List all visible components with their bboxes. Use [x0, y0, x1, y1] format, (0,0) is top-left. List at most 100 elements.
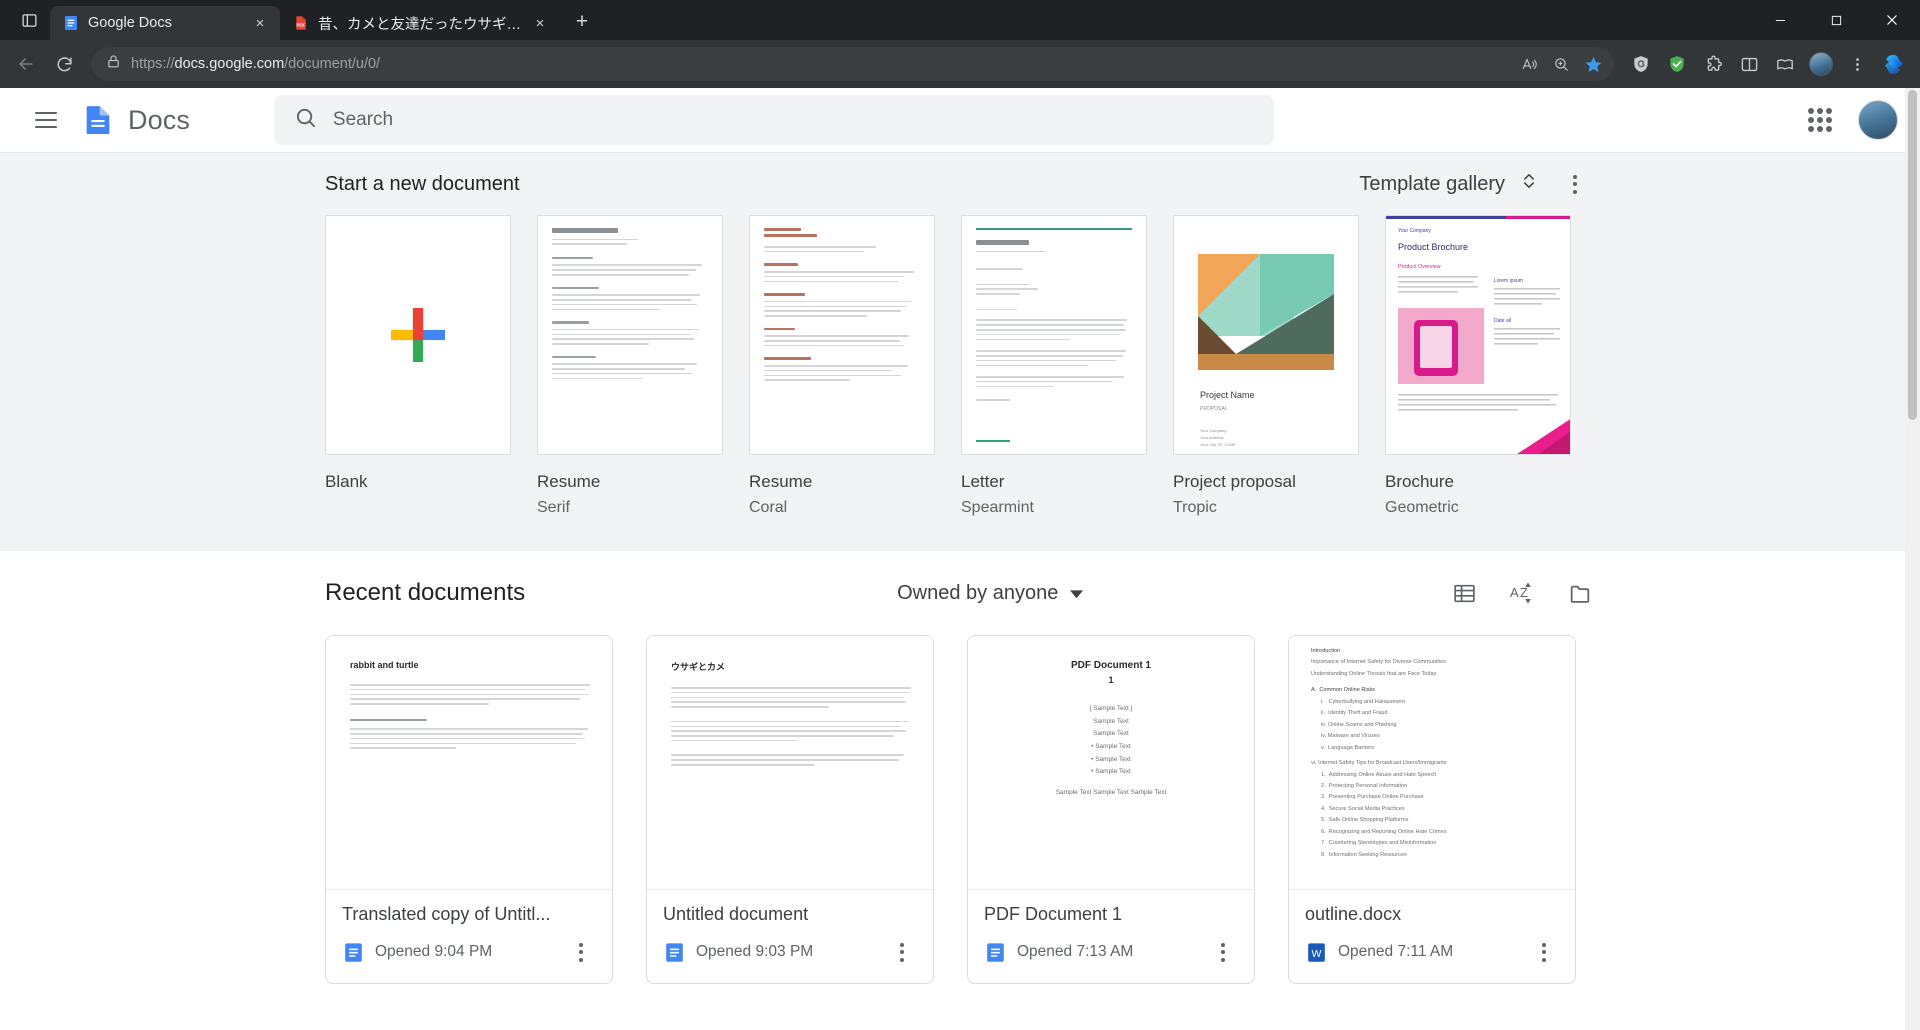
docs-icon	[342, 941, 364, 963]
template-thumbnail[interactable]	[749, 215, 935, 455]
document-meta: Untitled document	[647, 890, 933, 983]
minimize-button[interactable]	[1752, 0, 1808, 40]
account-avatar[interactable]	[1858, 100, 1898, 140]
profile-avatar-icon[interactable]	[1804, 47, 1838, 81]
split-screen-icon[interactable]	[1732, 47, 1766, 81]
template-name: Resume	[749, 472, 935, 492]
document-more-icon[interactable]	[566, 937, 596, 967]
page-title: Docs	[128, 105, 190, 136]
template-card-letter-spearmint[interactable]: Letter Spearmint	[961, 215, 1147, 517]
document-card[interactable]: rabbit and turtle Translat	[325, 635, 613, 984]
docs-logo-icon[interactable]	[78, 100, 118, 140]
docs-icon	[62, 15, 79, 32]
document-title: Translated copy of Untitl...	[342, 904, 596, 925]
expand-collapse-icon	[1521, 171, 1537, 197]
svg-text:Your Address: Your Address	[1200, 435, 1224, 440]
document-meta: outline.docx W Opened 7:11 AM	[1289, 890, 1575, 983]
document-subline: Opened 9:03 PM	[663, 937, 917, 967]
template-card-brochure-geometric[interactable]: Your Company Product Brochure Product Ov…	[1385, 215, 1571, 517]
read-aloud-icon[interactable]	[1514, 49, 1544, 79]
adblock-shield-icon[interactable]	[1660, 47, 1694, 81]
document-more-icon[interactable]	[1208, 937, 1238, 967]
settings-more-icon[interactable]	[1840, 47, 1874, 81]
svg-text:Your Company: Your Company	[1200, 428, 1226, 433]
reload-icon[interactable]	[46, 46, 82, 82]
svg-text:PROPOSAL: PROPOSAL	[1200, 406, 1228, 412]
template-name: Letter	[961, 472, 1147, 492]
document-more-icon[interactable]	[887, 937, 917, 967]
tab-title: Google Docs	[88, 15, 241, 31]
omnibox-actions	[1514, 49, 1608, 79]
arrow-left-icon[interactable]	[8, 46, 44, 82]
template-thumbnail[interactable]	[537, 215, 723, 455]
owner-filter-label: Owned by anyone	[897, 582, 1058, 605]
document-card[interactable]: Introduction Importance of Internet Safe…	[1288, 635, 1576, 984]
document-title: PDF Document 1	[984, 904, 1238, 925]
svg-text:Date all: Date all	[1494, 318, 1511, 324]
template-thumbnail[interactable]	[961, 215, 1147, 455]
template-gallery-label: Template gallery	[1359, 173, 1505, 196]
page-content: Docs Search Start a new docum	[0, 88, 1920, 1030]
pdf-icon: PDF	[292, 15, 309, 32]
recent-documents-section: Recent documents Owned by anyone	[0, 551, 1920, 984]
scrollbar-thumb[interactable]	[1908, 90, 1917, 420]
template-gallery-button[interactable]: Template gallery	[1349, 163, 1547, 205]
document-title: outline.docx	[1305, 904, 1559, 925]
docs-icon	[663, 941, 685, 963]
word-icon: W	[1305, 941, 1327, 963]
google-apps-icon[interactable]	[1798, 98, 1842, 142]
collections-icon[interactable]	[1768, 47, 1802, 81]
favorite-star-icon[interactable]	[1578, 49, 1608, 79]
thumbnail-title: PDF Document 1	[968, 660, 1254, 671]
new-tab-button[interactable]: +	[566, 6, 598, 38]
chevron-down-icon	[1070, 582, 1083, 605]
template-card-resume-serif[interactable]: Resume Serif	[537, 215, 723, 517]
address-bar[interactable]: https://docs.google.com/document/u/0/	[92, 47, 1614, 81]
thumbnail-title: rabbit and turtle	[350, 660, 590, 670]
close-icon[interactable]: ×	[530, 13, 550, 33]
svg-text:Z: Z	[1520, 585, 1528, 600]
template-card-blank[interactable]: Blank	[325, 215, 511, 517]
document-card[interactable]: PDF Document 1 1 [ Sample Text ]Sample T…	[967, 635, 1255, 984]
document-thumbnail[interactable]: ウサギとカメ	[647, 636, 933, 890]
page-scrollbar[interactable]	[1905, 88, 1920, 1030]
document-more-icon[interactable]	[1529, 937, 1559, 967]
document-card[interactable]: ウサギとカメ Un	[646, 635, 934, 984]
main-menu-icon[interactable]	[22, 96, 70, 144]
close-icon[interactable]: ×	[250, 13, 270, 33]
list-view-icon[interactable]	[1449, 578, 1479, 608]
template-name: Brochure	[1385, 472, 1571, 492]
copilot-icon[interactable]	[1876, 46, 1912, 82]
zoom-icon[interactable]	[1546, 49, 1576, 79]
template-thumbnail[interactable]: Project Name PROPOSAL Your Company Your …	[1173, 215, 1359, 455]
browser-tab-pdf[interactable]: PDF 昔、カメと友達だったウサギがいました ×	[280, 6, 560, 40]
svg-text:Product Overview: Product Overview	[1398, 264, 1441, 270]
tab-list-icon[interactable]	[12, 3, 46, 37]
document-thumbnail[interactable]: Introduction Importance of Internet Safe…	[1289, 636, 1575, 890]
template-thumbnail[interactable]: Your Company Product Brochure Product Ov…	[1385, 215, 1571, 455]
template-subtitle: Spearmint	[961, 499, 1147, 517]
template-card-resume-coral[interactable]: Resume Coral	[749, 215, 935, 517]
thumbnail-title: ウサギとカメ	[671, 660, 911, 673]
browser-tab-google-docs[interactable]: Google Docs ×	[50, 6, 280, 40]
maximize-button[interactable]	[1808, 0, 1864, 40]
shield-icon[interactable]	[1624, 47, 1658, 81]
document-thumbnail[interactable]: PDF Document 1 1 [ Sample Text ]Sample T…	[968, 636, 1254, 890]
tab-title: 昔、カメと友達だったウサギがいました	[318, 13, 521, 34]
sort-az-icon[interactable]: A Z	[1507, 578, 1537, 608]
template-thumbnail[interactable]	[325, 215, 511, 455]
template-subtitle: Geometric	[1385, 499, 1571, 517]
file-picker-icon[interactable]	[1565, 578, 1595, 608]
templates-actions: Template gallery	[1349, 163, 1595, 205]
document-subline: Opened 9:04 PM	[342, 937, 596, 967]
document-thumbnail[interactable]: rabbit and turtle	[326, 636, 612, 890]
svg-text:Your Company: Your Company	[1398, 228, 1431, 234]
close-window-button[interactable]	[1864, 0, 1920, 40]
search-input[interactable]: Search	[274, 95, 1274, 145]
template-card-project-proposal[interactable]: Project Name PROPOSAL Your Company Your …	[1173, 215, 1359, 517]
owner-filter-dropdown[interactable]: Owned by anyone	[885, 574, 1095, 613]
more-options-icon[interactable]	[1555, 164, 1595, 204]
docs-header: Docs Search	[0, 88, 1920, 152]
site-info-icon[interactable]	[106, 54, 121, 74]
extensions-icon[interactable]	[1696, 47, 1730, 81]
